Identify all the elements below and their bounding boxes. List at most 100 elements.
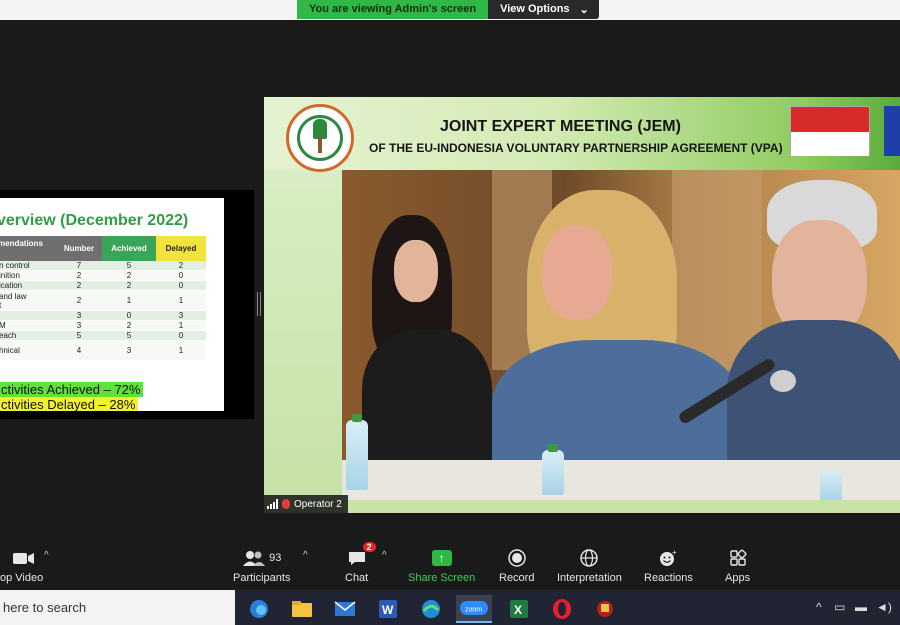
chat-button[interactable]: 2 Chat [345, 542, 376, 584]
table-header-row: mendations Number Achieved Delayed [0, 236, 206, 261]
table-cell: hnical [0, 340, 56, 361]
table-header: Delayed [156, 236, 206, 261]
table-cell: M [0, 320, 56, 331]
indonesia-flag-icon [790, 106, 870, 156]
table-row: 303 [0, 310, 206, 321]
participants-count: 93 [269, 552, 282, 564]
zoom-icon-label: zoom [465, 607, 482, 614]
view-options-label: View Options [500, 3, 570, 15]
table-cell: 1 [156, 340, 206, 361]
table-cell: 7 [56, 261, 102, 271]
table-cell: ication [0, 280, 56, 291]
view-options-button[interactable]: View Options ⌄ [488, 0, 599, 19]
reactions-label: Reactions [644, 572, 693, 584]
apps-icon [729, 548, 747, 568]
chat-unread-badge: 2 [362, 542, 376, 552]
interpretation-button[interactable]: Interpretation [557, 548, 622, 584]
windows-taskbar: here to search W zoom X ^ ▭ ▬ ◄) [0, 590, 900, 625]
chat-caret-icon[interactable]: ^ [382, 550, 387, 561]
conference-table [342, 460, 900, 500]
word-icon[interactable]: W [370, 595, 406, 623]
table-cell: 1 [156, 290, 206, 311]
table-cell: 4 [56, 340, 102, 361]
video-button[interactable]: op Video [0, 548, 43, 584]
excel-icon[interactable]: X [501, 595, 537, 623]
reactions-button[interactable]: + Reactions [644, 548, 693, 584]
meeting-title: JOINT EXPERT MEETING (JEM) [440, 118, 681, 135]
table-row: n control 7 5 2 [0, 261, 206, 271]
table-cell: and law t [0, 290, 56, 311]
edge-icon[interactable] [241, 595, 277, 623]
edge-browser-icon[interactable] [413, 595, 449, 623]
meeting-subtitle: OF THE EU-INDONESIA VOLUNTARY PARTNERSHI… [369, 141, 783, 155]
table-cell [0, 310, 56, 321]
table-cell: 2 [56, 280, 102, 291]
game-icon[interactable] [587, 595, 623, 623]
apps-button[interactable]: Apps [725, 548, 750, 584]
muted-mic-icon [282, 499, 290, 509]
participants-icon: 93 [242, 548, 281, 568]
table-cell: 0 [156, 330, 206, 341]
video-options-caret-icon[interactable]: ^ [44, 550, 49, 561]
chevron-down-icon: ⌄ [579, 4, 589, 16]
chat-label: Chat [345, 572, 369, 584]
participants-caret-icon[interactable]: ^ [303, 550, 308, 561]
meeting-toolbar: op Video ^ 93 Participants ^ 2 Chat ^ ↑ … [0, 540, 900, 590]
table-cell: 3 [156, 310, 206, 321]
table-cell: 0 [102, 310, 156, 321]
taskbar-search-input[interactable]: here to search [0, 590, 235, 625]
table-cell: 3 [56, 320, 102, 331]
table-row: each 5 5 0 [0, 330, 206, 341]
table-cell: 2 [102, 270, 156, 281]
achieved-summary: ctivities Achieved – 72% [0, 382, 144, 397]
opera-icon[interactable] [544, 595, 580, 623]
signal-strength-icon [267, 499, 278, 509]
participants-button[interactable]: 93 Participants [233, 548, 290, 584]
table-cell: 5 [102, 330, 156, 341]
table-cell: 2 [56, 270, 102, 281]
participant-name: Operator 2 [294, 498, 342, 510]
svg-text:W: W [382, 603, 394, 617]
share-screen-button[interactable]: ↑ Share Screen [408, 548, 475, 584]
shared-screen-panel[interactable]: verview (December 2022) mendations Numbe… [0, 190, 254, 419]
tray-chevron-up-icon[interactable]: ^ [816, 600, 822, 614]
slide-table: mendations Number Achieved Delayed n con… [0, 236, 206, 361]
mail-icon[interactable] [327, 595, 363, 623]
table-cell: 0 [156, 280, 206, 291]
table-cell: 2 [102, 280, 156, 291]
record-button[interactable]: Record [499, 548, 534, 584]
eu-flag-icon [884, 106, 900, 156]
apps-label: Apps [725, 572, 751, 584]
split-drag-handle[interactable] [257, 292, 261, 316]
zoom-icon[interactable]: zoom [456, 595, 492, 623]
table-cell: 1 [102, 290, 156, 311]
table-cell: n control [0, 261, 56, 271]
presentation-slide: verview (December 2022) mendations Numbe… [0, 198, 224, 411]
battery-icon[interactable]: ▬ [855, 600, 867, 614]
network-icon[interactable]: ▭ [834, 600, 845, 614]
speaker-video[interactable]: JOINT EXPERT MEETING (JEM) OF THE EU-IND… [264, 97, 900, 513]
video-scene [342, 170, 900, 500]
screen-share-banner: You are viewing Admin's screen View Opti… [297, 0, 599, 19]
video-label: op Video [0, 572, 44, 584]
slide-title: verview (December 2022) [0, 212, 189, 229]
share-screen-icon: ↑ [431, 548, 452, 568]
participants-label: Participants [233, 572, 291, 584]
table-row: and law t211 [0, 290, 206, 311]
chat-icon: 2 [347, 542, 376, 568]
banner-side [264, 170, 342, 513]
table-header: Achieved [102, 236, 156, 261]
record-icon [507, 548, 526, 568]
participant-name-tag: Operator 2 [264, 495, 348, 513]
record-label: Record [499, 572, 535, 584]
volume-icon[interactable]: ◄) [876, 600, 892, 614]
smiley-plus-icon: + [658, 548, 678, 568]
file-explorer-icon[interactable] [284, 595, 320, 623]
svg-text:X: X [514, 603, 522, 617]
table-cell: 2 [156, 261, 206, 271]
table-row: ication 2 2 0 [0, 280, 206, 291]
table-cell: 2 [102, 320, 156, 331]
table-row: inition 2 2 0 [0, 270, 206, 281]
table-cell: 0 [156, 270, 206, 281]
interpretation-label: Interpretation [557, 572, 622, 584]
